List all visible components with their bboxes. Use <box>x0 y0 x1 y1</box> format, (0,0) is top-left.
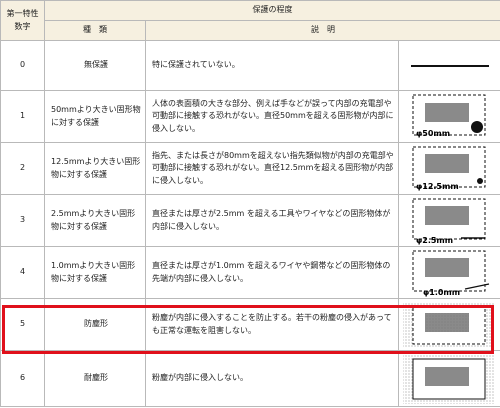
figure-cell: φ1.0mm <box>397 246 500 299</box>
digit-cell: 1 <box>0 90 45 143</box>
probe-2-5mm-figure: φ2.5mm <box>412 198 486 245</box>
type-cell: 無保護 <box>44 40 146 91</box>
header-type: 種 類 <box>44 20 146 41</box>
figure-label-2-5mm: φ2.5mm <box>416 236 453 245</box>
table-row: 0 無保護 特に保護されていない。 <box>0 40 500 91</box>
digit-cell: 2 <box>0 142 45 195</box>
description-cell: 人体の表面積の大きな部分、例えば手などが誤って内部の充電部や可動部に接触する恐れ… <box>145 90 399 143</box>
probe-12-5mm-figure: φ12.5mm <box>412 146 486 191</box>
figure-label-12-5mm: φ12.5mm <box>416 182 459 191</box>
figure-cell: φ50mm <box>397 90 500 143</box>
figure-cell: φ12.5mm <box>397 142 500 195</box>
digit-cell: 0 <box>0 40 45 91</box>
probe-1-0mm-figure: φ1.0mm <box>412 250 490 297</box>
type-cell: 2.5mmより大きい固形物に対する保護 <box>44 194 146 247</box>
table-row: 4 1.0mmより大きい固形物に対する保護 直径または厚さが1.0mm を超える… <box>0 246 500 299</box>
digit-cell: 4 <box>0 246 45 299</box>
ip-protection-table-page: 第一特性 数字 保護の程度 種 類 説 明 0 無保護 特に保護されていない。 … <box>0 0 500 408</box>
figure-label-1-0mm: φ1.0mm <box>423 288 460 297</box>
digit-cell: 6 <box>0 350 45 407</box>
description-cell: 指先、または長さが80mmを超えない指先類似物が内部の充電部や可動部に接触する恐… <box>145 142 399 195</box>
description-cell: 特に保護されていない。 <box>145 40 399 91</box>
header-protection-degree: 保護の程度 <box>43 0 500 21</box>
description-cell: 直径または厚さが2.5mm を超える工具やワイヤなどの固形物体が内部に侵入しない… <box>145 194 399 247</box>
digit-cell: 5 <box>0 298 45 351</box>
description-cell: 粉塵が内部に侵入することを防止する。若干の粉塵の侵入があっても正常な運転を阻害し… <box>145 298 399 351</box>
probe-50mm-figure: φ50mm <box>412 94 486 138</box>
description-cell: 粉塵が内部に侵入しない。 <box>145 350 399 407</box>
type-cell: 12.5mmより大きい固形物に対する保護 <box>44 142 146 195</box>
figure-cell <box>397 298 500 351</box>
no-protection-line-figure <box>411 64 489 67</box>
figure-cell: φ2.5mm <box>397 194 500 247</box>
figure-label-50mm: φ50mm <box>416 129 450 138</box>
digit-cell: 3 <box>0 194 45 247</box>
header-description: 説 明 <box>144 20 500 41</box>
table-row: 3 2.5mmより大きい固形物に対する保護 直径または厚さが2.5mm を超える… <box>0 194 500 247</box>
description-cell: 直径または厚さが1.0mm を超えるワイヤや鋼帯などの固形物体の先端が内部に侵入… <box>145 246 399 299</box>
figure-cell <box>397 40 500 91</box>
figure-cell <box>397 350 500 407</box>
table-row: 5 防塵形 粉塵が内部に侵入することを防止する。若干の粉塵の侵入があっても正常な… <box>0 298 500 351</box>
table-row: 2 12.5mmより大きい固形物に対する保護 指先、または長さが80mmを超えな… <box>0 142 500 195</box>
table-row: 6 耐塵形 粉塵が内部に侵入しない。 <box>0 350 500 407</box>
type-cell: 1.0mmより大きい固形物に対する保護 <box>44 246 146 299</box>
ip-protection-table: 第一特性 数字 保護の程度 種 類 説 明 0 無保護 特に保護されていない。 … <box>0 0 500 407</box>
dust-tight-figure <box>403 353 495 404</box>
dust-protected-figure <box>403 301 495 348</box>
type-cell: 耐塵形 <box>44 350 146 407</box>
table-row: 1 50mmより大きい固形物に対する保護 人体の表面積の大きな部分、例えば手など… <box>0 90 500 143</box>
type-cell: 防塵形 <box>44 298 146 351</box>
header-first-digit: 第一特性 数字 <box>0 0 45 41</box>
type-cell: 50mmより大きい固形物に対する保護 <box>44 90 146 143</box>
